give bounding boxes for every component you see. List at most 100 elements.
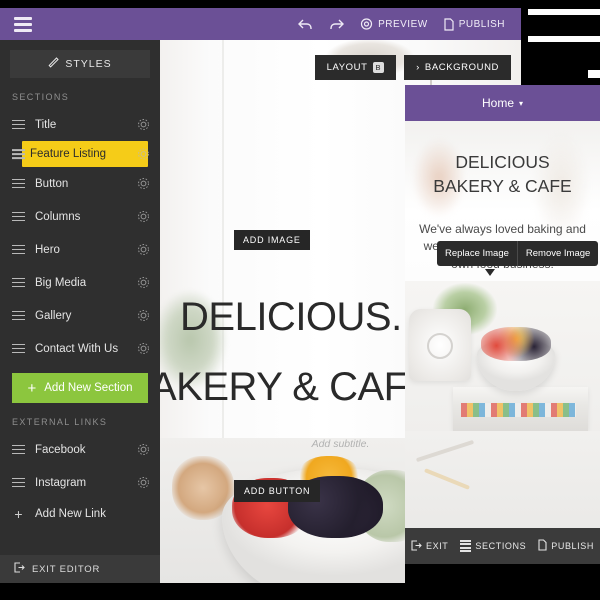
add-new-section-label: Add New Section: [44, 382, 133, 394]
undo-arrow-icon: [298, 18, 313, 31]
sections-heading: SECTIONS: [12, 92, 70, 102]
drag-handle-icon[interactable]: [12, 477, 25, 488]
mobile-fruit-photo[interactable]: [405, 281, 600, 564]
mobile-sections-button[interactable]: SECTIONS: [460, 539, 527, 553]
hamburger-icon[interactable]: [14, 16, 32, 32]
edge-artifact-stripe: [528, 9, 600, 15]
mobile-publish-label: PUBLISH: [551, 541, 594, 551]
sections-icon: [460, 539, 472, 553]
canvas-toolbar: LAYOUT B › BACKGROUND: [314, 55, 511, 80]
layout-badge: B: [372, 62, 385, 73]
mobile-page-selector[interactable]: Home ▾: [405, 85, 600, 121]
sidebar-item-label: Hero: [35, 243, 60, 256]
gear-icon[interactable]: [137, 118, 150, 131]
hero-headline-line2[interactable]: AKERY & CAFE: [160, 365, 434, 410]
sidebar-link-facebook[interactable]: Facebook: [0, 433, 160, 466]
drag-handle-icon[interactable]: [12, 211, 25, 222]
layout-button[interactable]: LAYOUT B: [314, 55, 397, 80]
undo-button[interactable]: [298, 18, 313, 31]
mobile-sections-label: SECTIONS: [475, 541, 527, 551]
sidebar-link-label: Instagram: [35, 476, 87, 489]
sidebar-item-label: Gallery: [35, 309, 72, 322]
sidebar-item-label: Contact With Us: [35, 342, 119, 355]
gear-icon[interactable]: [137, 148, 150, 161]
sidebar-item-contact-with-us[interactable]: Contact With Us: [0, 332, 160, 365]
sidebar-item-button[interactable]: Button: [0, 167, 160, 200]
plus-icon: +: [27, 379, 37, 397]
edge-artifact-stripe: [528, 36, 600, 42]
mobile-headline-line2: BAKERY & CAFE: [433, 175, 572, 196]
sidebar-link-label: Facebook: [35, 443, 86, 456]
fruit-cluster: [481, 327, 551, 361]
publish-label: PUBLISH: [458, 18, 505, 30]
sidebar-item-gallery[interactable]: Gallery: [0, 299, 160, 332]
image-context-menu: Replace Image Remove Image: [437, 241, 599, 266]
exit-editor-button[interactable]: EXIT EDITOR: [0, 555, 160, 583]
drag-handle-icon[interactable]: [12, 310, 25, 321]
drag-handle-icon[interactable]: [12, 277, 25, 288]
chevron-down-icon: ▾: [519, 98, 524, 108]
tooltip-pointer-icon: [485, 269, 495, 276]
hero-headline-line1[interactable]: DELICIOUS.: [180, 295, 402, 340]
background-button[interactable]: › BACKGROUND: [404, 55, 511, 80]
gear-icon[interactable]: [137, 443, 150, 456]
mobile-headline-line1: DELICIOUS: [455, 152, 550, 172]
mobile-headline[interactable]: DELICIOUS BAKERY & CAFE: [405, 151, 600, 198]
remove-image-button[interactable]: Remove Image: [516, 241, 598, 266]
add-new-section-button[interactable]: + Add New Section: [12, 373, 148, 403]
mobile-preview-panel: Home ▾ DELICIOUS BAKERY & CAFE We've alw…: [405, 85, 600, 600]
top-toolbar-actions: PREVIEW PUBLISH: [298, 17, 521, 31]
phone-dial-shape: [427, 333, 453, 359]
sidebar-item-feature-listing-wrap: Feature Listing: [0, 141, 160, 167]
document-icon: [444, 17, 454, 31]
sidebar-item-label: Columns: [35, 210, 81, 223]
book-spine-stripes: [461, 403, 576, 417]
drag-handle-icon[interactable]: [12, 178, 25, 189]
add-new-link-button[interactable]: + Add New Link: [0, 499, 160, 529]
drag-handle-icon[interactable]: [12, 444, 25, 455]
styles-label: STYLES: [65, 58, 112, 70]
background-label: BACKGROUND: [424, 62, 499, 73]
drag-handle-icon[interactable]: [12, 119, 25, 130]
sidebar-item-label: Feature Listing: [30, 148, 107, 160]
add-image-button[interactable]: ADD IMAGE: [234, 230, 310, 250]
screenshot-root: PREVIEW PUBLISH STYLES SECTIONS Title Fe…: [0, 0, 600, 600]
drag-handle-icon[interactable]: [12, 343, 25, 354]
mobile-publish-button[interactable]: PUBLISH: [538, 539, 594, 553]
left-sidebar: STYLES SECTIONS Title Feature Listing Bu…: [0, 40, 160, 583]
gear-icon[interactable]: [137, 243, 150, 256]
eye-icon: [360, 18, 373, 30]
mobile-exit-button[interactable]: EXIT: [411, 539, 448, 553]
publish-button[interactable]: PUBLISH: [444, 17, 505, 31]
gear-icon[interactable]: [137, 476, 150, 489]
exit-door-icon: [14, 562, 25, 576]
external-links-heading: EXTERNAL LINKS: [12, 417, 108, 427]
gear-icon[interactable]: [137, 276, 150, 289]
styles-button[interactable]: STYLES: [10, 50, 150, 78]
exit-door-icon: [411, 539, 422, 553]
preview-button[interactable]: PREVIEW: [360, 18, 428, 30]
gear-icon[interactable]: [137, 309, 150, 322]
mobile-page-label: Home: [481, 96, 514, 110]
chevron-right-icon: ›: [416, 62, 420, 73]
sidebar-item-big-media[interactable]: Big Media: [0, 266, 160, 299]
sidebar-link-instagram[interactable]: Instagram: [0, 466, 160, 499]
gear-icon[interactable]: [137, 210, 150, 223]
replace-image-button[interactable]: Replace Image: [437, 241, 517, 266]
sidebar-item-columns[interactable]: Columns: [0, 200, 160, 233]
drag-handle-icon[interactable]: [12, 244, 25, 255]
exit-editor-label: EXIT EDITOR: [32, 563, 101, 575]
redo-button[interactable]: [329, 18, 345, 31]
preview-label: PREVIEW: [378, 18, 428, 30]
sidebar-item-feature-listing[interactable]: Feature Listing: [22, 141, 148, 167]
sidebar-item-title[interactable]: Title: [0, 108, 160, 141]
drag-handle-icon[interactable]: [12, 149, 25, 159]
mobile-preview-body[interactable]: DELICIOUS BAKERY & CAFE We've always lov…: [405, 121, 600, 564]
gear-icon[interactable]: [137, 177, 150, 190]
gear-icon[interactable]: [137, 342, 150, 355]
add-button-button[interactable]: ADD BUTTON: [234, 480, 321, 502]
brush-icon: [48, 56, 60, 72]
sidebar-item-label: Button: [35, 177, 69, 190]
redo-arrow-icon: [329, 18, 345, 31]
sidebar-item-hero[interactable]: Hero: [0, 233, 160, 266]
